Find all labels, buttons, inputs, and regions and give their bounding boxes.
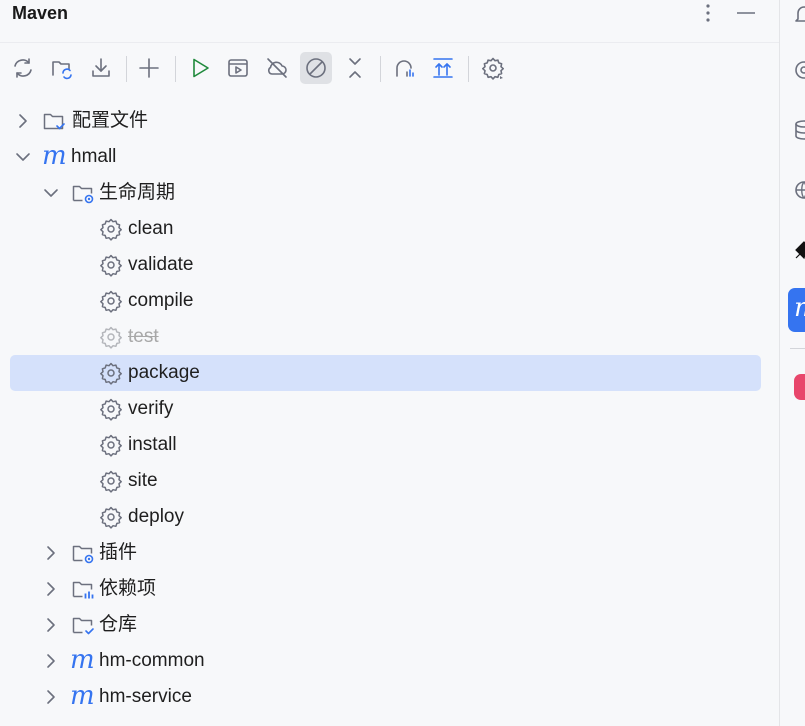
profiles-folder-icon [43,113,65,130]
chevron-down-icon[interactable] [14,148,32,166]
execute-goal-icon[interactable] [222,52,254,84]
goal-label: package [128,362,200,383]
toolbar-separator [468,56,469,82]
tree-node-plugins[interactable]: 插件 [10,535,761,571]
add-project-icon[interactable] [133,52,165,84]
chevron-right-icon[interactable] [42,652,60,670]
show-dependencies-icon[interactable] [388,52,420,84]
plugin-tool-icon[interactable] [794,374,805,400]
database-icon[interactable] [792,118,805,142]
chevron-right-icon[interactable] [42,544,60,562]
toolbar-separator [126,56,127,82]
module-label: hm-service [99,686,192,707]
toolbar-separator [175,56,176,82]
skip-tests-icon[interactable] [300,52,332,84]
goal-site[interactable]: site [10,463,761,499]
goal-label: compile [128,290,194,311]
goal-label: site [128,470,158,491]
gear-icon [100,434,122,457]
right-tool-strip: m [780,0,805,726]
goal-verify[interactable]: verify [10,391,761,427]
goal-validate[interactable]: validate [10,247,761,283]
gear-icon [100,362,122,385]
tool-window-title: Maven [12,3,69,23]
chevron-right-icon[interactable] [42,580,60,598]
goal-deploy[interactable]: deploy [10,499,761,535]
tree-node-lifecycle[interactable]: 生命周期 [10,175,761,211]
tree-node-module-hm-service[interactable]: m hm-service [10,679,761,715]
goal-label: install [128,434,177,455]
notifications-icon[interactable] [792,2,805,26]
ai-assistant-icon[interactable] [792,58,805,82]
maven-module-icon: m [42,141,67,171]
gear-icon [100,218,122,241]
goal-label: deploy [128,506,184,527]
maven-module-icon: m [70,681,95,711]
repositories-label: 仓库 [99,614,138,635]
repositories-folder-icon [72,617,94,635]
collapse-all-icon[interactable] [339,52,371,84]
chevron-right-icon[interactable] [42,616,60,634]
goal-label: clean [128,218,174,239]
endpoints-icon[interactable] [792,178,805,202]
dependencies-folder-icon [72,581,94,599]
goal-test-disabled[interactable]: test [10,319,761,355]
maven-toolbar [0,50,779,88]
tree-node-dependencies[interactable]: 依赖项 [10,571,761,607]
chevron-down-icon[interactable] [42,184,60,202]
gear-icon [100,326,122,349]
maven-module-icon: m [70,645,95,675]
run-goal-icon[interactable] [184,52,216,84]
goal-label: test [128,326,159,347]
tree-node-module-hm-common[interactable]: m hm-common [10,643,761,679]
offline-mode-icon[interactable] [261,52,293,84]
tree-node-project-hmall[interactable]: m hmall [10,139,761,175]
project-label: hmall [71,146,117,167]
chevron-right-icon[interactable] [42,688,60,706]
expand-all-icon[interactable] [427,52,459,84]
goal-compile[interactable]: compile [10,283,761,319]
reload-all-icon[interactable] [7,52,39,84]
tool-window-header: Maven [0,0,779,43]
minimize-icon[interactable] [735,2,757,24]
toolbar-separator [380,56,381,82]
goal-clean[interactable]: clean [10,211,761,247]
gear-icon [100,470,122,493]
gear-icon [100,398,122,421]
goal-package-selected[interactable]: package [10,355,761,391]
goal-label: verify [128,398,174,419]
goal-install[interactable]: install [10,427,761,463]
strip-separator [790,348,805,349]
maven-tool-button-active[interactable]: m [788,288,805,332]
settings-icon[interactable] [477,52,509,84]
chevron-right-icon[interactable] [14,112,32,130]
tree-node-repositories[interactable]: 仓库 [10,607,761,643]
maven-tool-window: Maven 配置文件 m hmall 生命周期 clean validate c… [0,0,779,726]
download-sources-icon[interactable] [85,52,117,84]
maven-icon: m [794,295,805,321]
gear-icon [100,254,122,277]
plugins-label: 插件 [99,542,138,563]
lifecycle-folder-icon [72,185,94,204]
dependencies-label: 依赖项 [99,578,157,599]
reload-project-icon[interactable] [46,52,78,84]
more-options-icon[interactable] [697,2,719,24]
gear-icon [100,290,122,313]
plugins-folder-icon [72,545,94,564]
module-label: hm-common [99,650,205,671]
profiles-label: 配置文件 [72,110,149,131]
tree-node-profiles[interactable]: 配置文件 [10,103,761,139]
gear-icon [100,506,122,529]
ant-build-icon[interactable] [792,238,805,262]
goal-label: validate [128,254,194,275]
lifecycle-label: 生命周期 [99,182,176,203]
